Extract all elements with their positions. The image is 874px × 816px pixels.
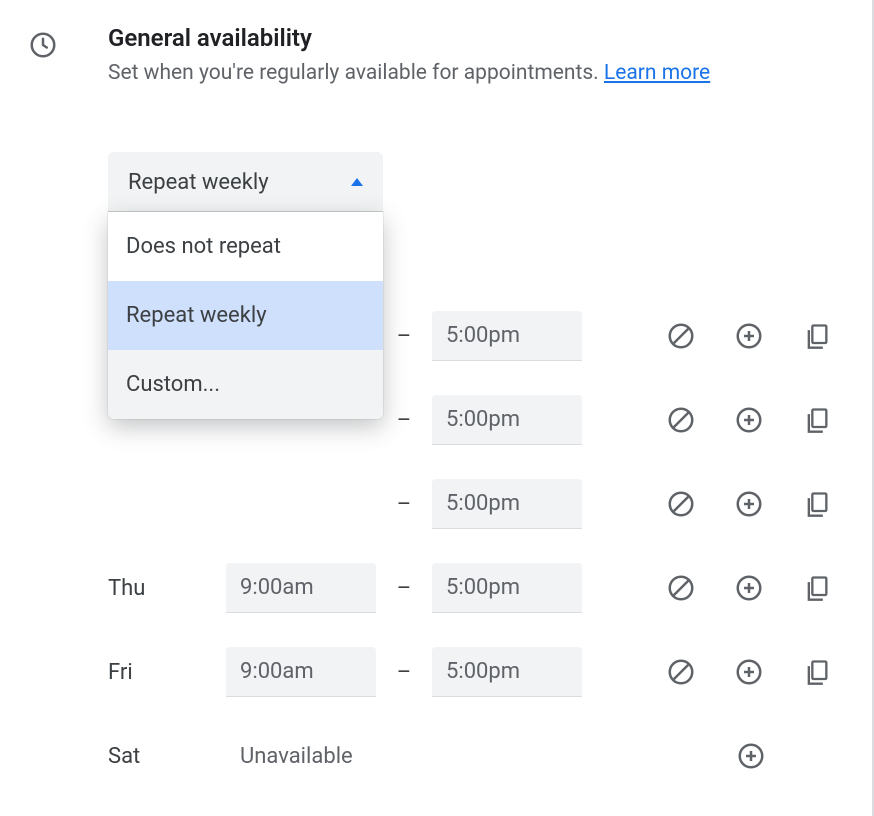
section-subtitle: Set when you're regularly available for … [108,58,846,88]
unavailable-icon[interactable] [664,487,698,521]
day-row-sun: Sun Unavailable [108,798,846,816]
add-icon[interactable] [732,655,766,689]
unavailable-icon[interactable] [664,403,698,437]
unavailable-icon[interactable] [664,655,698,689]
repeat-dropdown-label: Repeat weekly [128,170,269,195]
day-label: Fri [108,660,226,685]
option-custom[interactable]: Custom... [108,350,383,419]
option-does-not-repeat[interactable]: Does not repeat [108,212,383,281]
start-time-input[interactable]: 9:00am [226,563,376,613]
add-icon[interactable] [732,319,766,353]
copy-icon[interactable] [800,571,834,605]
day-row-wed: – 5:00pm [108,462,846,546]
end-time-input[interactable]: 5:00pm [432,647,582,697]
day-row-fri: Fri 9:00am – 5:00pm [108,630,846,714]
copy-icon[interactable] [800,319,834,353]
add-icon[interactable] [732,487,766,521]
time-dash: – [376,408,432,433]
add-icon[interactable] [732,403,766,437]
end-time-input[interactable]: 5:00pm [432,395,582,445]
time-dash: – [376,324,432,349]
unavailable-icon[interactable] [664,319,698,353]
add-icon[interactable] [734,739,768,773]
option-repeat-weekly[interactable]: Repeat weekly [108,281,383,350]
learn-more-link[interactable]: Learn more [604,61,710,85]
end-time-input[interactable]: 5:00pm [432,479,582,529]
repeat-dropdown-menu: Does not repeat Repeat weekly Custom... [108,212,383,419]
time-dash: – [376,492,432,517]
time-dash: – [376,660,432,685]
day-label: Thu [108,576,226,601]
unavailable-icon[interactable] [664,571,698,605]
clock-icon [28,45,58,64]
copy-icon[interactable] [800,655,834,689]
start-time-input[interactable]: 9:00am [226,647,376,697]
end-time-input[interactable]: 5:00pm [432,311,582,361]
section-title: General availability [108,24,846,52]
day-row-sat: Sat Unavailable [108,714,846,798]
chevron-up-icon [351,178,363,186]
time-dash: – [376,576,432,601]
section-subtitle-text: Set when you're regularly available for … [108,61,604,85]
repeat-dropdown[interactable]: Repeat weekly [108,152,383,212]
end-time-input[interactable]: 5:00pm [432,563,582,613]
day-row-thu: Thu 9:00am – 5:00pm [108,546,846,630]
copy-icon[interactable] [800,403,834,437]
copy-icon[interactable] [800,487,834,521]
unavailable-label: Unavailable [226,744,353,769]
add-icon[interactable] [732,571,766,605]
day-label: Sat [108,744,226,769]
